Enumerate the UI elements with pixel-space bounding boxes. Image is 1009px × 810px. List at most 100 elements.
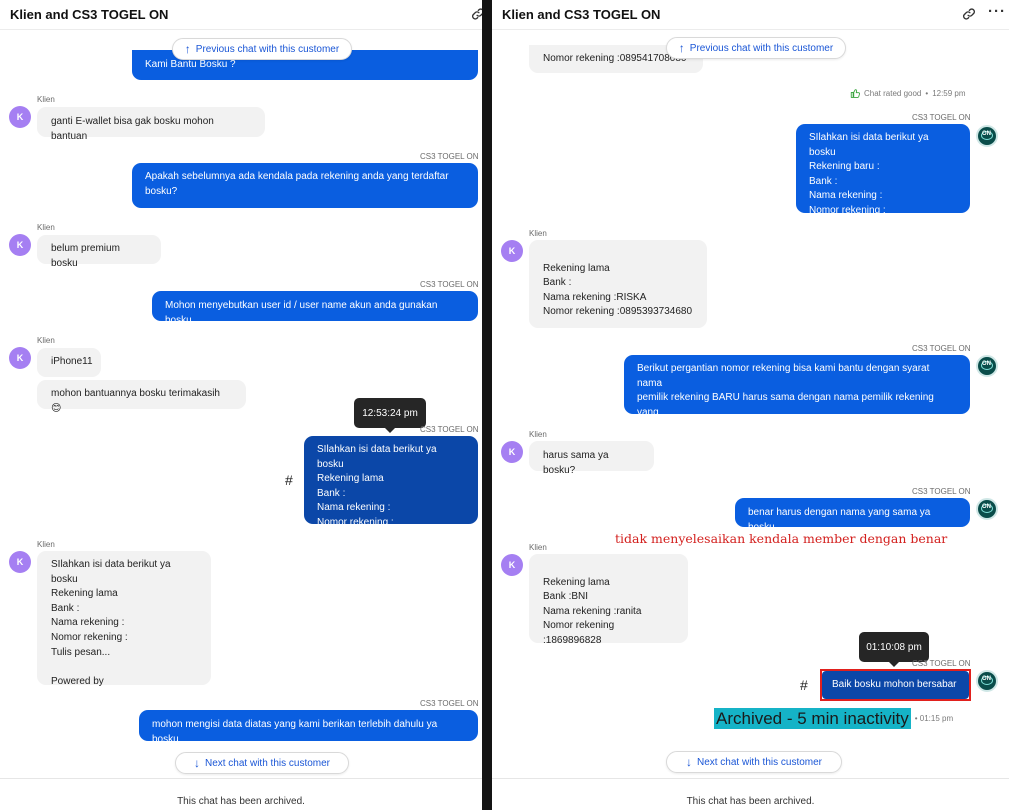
timestamp-tooltip: 01:10:08 pm [859,632,929,667]
message-text: harus sama ya bosku? [543,450,609,476]
left-chat-header: Klien and CS3 TOGEL ON [0,0,482,30]
message-line: Nama rekening : [317,502,391,514]
archived-label: Archived - 5 min inactivity [714,708,911,729]
more-icon[interactable]: ··· [988,3,1006,20]
message-line [543,247,693,262]
message-bubble-incoming[interactable]: ganti E-wallet bisa gak bosku mohon bant… [37,107,265,142]
sender-name: Klien [529,430,547,439]
message-line: Bank :BNI [543,591,589,603]
next-chat-label: Next chat with this customer [696,756,823,768]
message-line: Nama rekening : [809,190,883,202]
message-bubble-outgoing[interactable]: SIlahkan isi data berikut ya bosku Reken… [796,124,970,216]
rating-separator: • [925,88,929,98]
message-bubble-outgoing[interactable]: benar harus dengan nama yang sama ya bos… [735,498,970,533]
message-line: Nama rekening : [51,617,125,629]
archived-time: • 01:15 pm [914,714,954,723]
link-icon[interactable] [471,7,482,21]
message-line: Nomor rekening :0895393734680 [543,306,692,318]
message-text: Kami Bantu Bosku ? [145,59,236,70]
archived-footer: This chat has been archived. [492,778,1009,810]
agent-avatar-icon: ON [976,498,998,520]
message-line: Bank : [317,487,346,499]
sender-name: CS3 TOGEL ON [912,487,971,496]
message-bubble-incoming[interactable]: harus sama ya bosku? [529,441,654,476]
message-bubble-outgoing[interactable]: Berikut pergantian nomor rekening bisa k… [624,355,970,432]
message-bubble-outgoing[interactable]: Apakah sebelumnya ada kendala pada reken… [132,163,478,208]
link-icon[interactable] [962,7,976,21]
message-text: benar harus dengan nama yang sama ya bos… [748,507,931,533]
archived-footer: This chat has been archived. [0,778,482,810]
agent-avatar-mark: ON [982,361,991,367]
message-bubble-incoming[interactable]: belum premium bosku [37,235,161,269]
tooltip-text: 12:53:24 pm [362,407,418,419]
arrow-up-icon: ↑ [184,42,191,56]
pane-divider[interactable] [482,0,492,810]
next-chat-button[interactable]: ↓ Next chat with this customer [175,752,349,774]
message-bubble-incoming[interactable]: mohon bantuannya bosku terimakasih 😊 [37,380,246,414]
sender-name: Klien [37,223,55,232]
previous-chat-button[interactable]: ↑ Previous chat with this customer [172,38,352,60]
sender-name: CS3 TOGEL ON [420,699,479,708]
message-line: bosku? [145,185,178,197]
message-bubble-incoming[interactable]: SIlahkan isi data berikut ya bosku Reken… [37,551,211,687]
customer-avatar: K [9,106,31,128]
message-bubble-incoming[interactable]: iPhone11 [37,348,101,377]
sender-name: Klien [37,95,55,104]
sender-name: CS3 TOGEL ON [420,425,479,434]
sender-name: CS3 TOGEL ON [912,113,971,122]
sender-name: Klien [37,540,55,549]
agent-avatar-icon: ON [976,670,998,692]
message-line: Rekening lama [317,473,384,485]
sender-name: Klien [37,336,55,345]
tooltip-arrow [385,428,395,433]
message-text: Nomor rekening :089541708080 [543,53,687,64]
chat-title: Klien and CS3 TOGEL ON [502,7,661,22]
sender-name: Klien [529,229,547,238]
message-line: SIlahkan isi data berikut ya bosku [809,132,929,158]
previous-chat-button[interactable]: ↑ Previous chat with this customer [666,37,846,59]
tooltip-text: 01:10:08 pm [866,641,922,653]
message-bubble-incoming[interactable]: Rekening lama Bank :BNI Nama rekening :r… [529,554,688,646]
message-text: Mohon menyebutkan user id / user name ak… [165,300,438,326]
sender-name: CS3 TOGEL ON [912,344,971,353]
message-text: mohon bantuannya bosku terimakasih 😊 [51,388,220,414]
rating-time: 12:59 pm [932,88,966,98]
tooltip-arrow [889,662,899,667]
message-line: Rekening lama [51,588,118,600]
customer-avatar: K [501,554,523,576]
message-line: Nama rekening :RISKA [543,291,647,303]
message-bubble-outgoing[interactable]: Mohon menyebutkan user id / user name ak… [152,291,478,326]
message-bubble-outgoing[interactable]: mohon mengisi data diatas yang kami beri… [139,710,478,745]
message-permalink[interactable]: # [285,472,293,488]
message-line: Apakah sebelumnya ada kendala pada reken… [145,171,449,182]
message-bubble-incoming[interactable]: Rekening lama Bank : Nama rekening :RISK… [529,240,707,328]
chat-rating: Chat rated good • 12:59 pm [850,88,966,98]
message-permalink[interactable]: # [800,677,808,693]
agent-avatar-mark: ON [982,504,991,510]
arrow-down-icon: ↓ [685,755,692,769]
sender-name: Klien [529,543,547,552]
message-text: belum premium bosku [51,243,120,269]
review-annotation: tidak menyelesaikan kendala member denga… [615,531,948,546]
customer-avatar: K [501,441,523,463]
message-line: Rekening lama [543,262,610,274]
previous-chat-label: Previous chat with this customer [195,43,340,55]
right-chat-header: Klien and CS3 TOGEL ON ··· [492,0,1009,30]
message-line: SIlahkan isi data berikut ya bosku [51,559,171,585]
chat-title: Klien and CS3 TOGEL ON [10,7,169,22]
message-text: mohon mengisi data diatas yang kami beri… [152,719,438,745]
next-chat-button[interactable]: ↓ Next chat with this customer [666,751,842,773]
customer-avatar: K [9,234,31,256]
message-line: Nomor rekening : [809,204,886,216]
highlight-box [820,669,971,701]
message-line: Nomor rekening : [51,631,128,643]
customer-avatar: K [501,240,523,262]
sender-name: CS3 TOGEL ON [420,280,479,289]
message-text: iPhone11 [51,356,93,367]
message-bubble-outgoing-selected[interactable]: SIlahkan isi data berikut ya bosku Reken… [304,436,478,528]
right-chat-pane: Klien and CS3 TOGEL ON ··· Nomor rekenin… [492,0,1009,810]
agent-avatar-icon: ON [976,125,998,147]
left-chat-pane: Klien and CS3 TOGEL ON Kami Bantu Bosku … [0,0,482,810]
customer-avatar: K [9,347,31,369]
message-line: Powered by [51,675,104,687]
